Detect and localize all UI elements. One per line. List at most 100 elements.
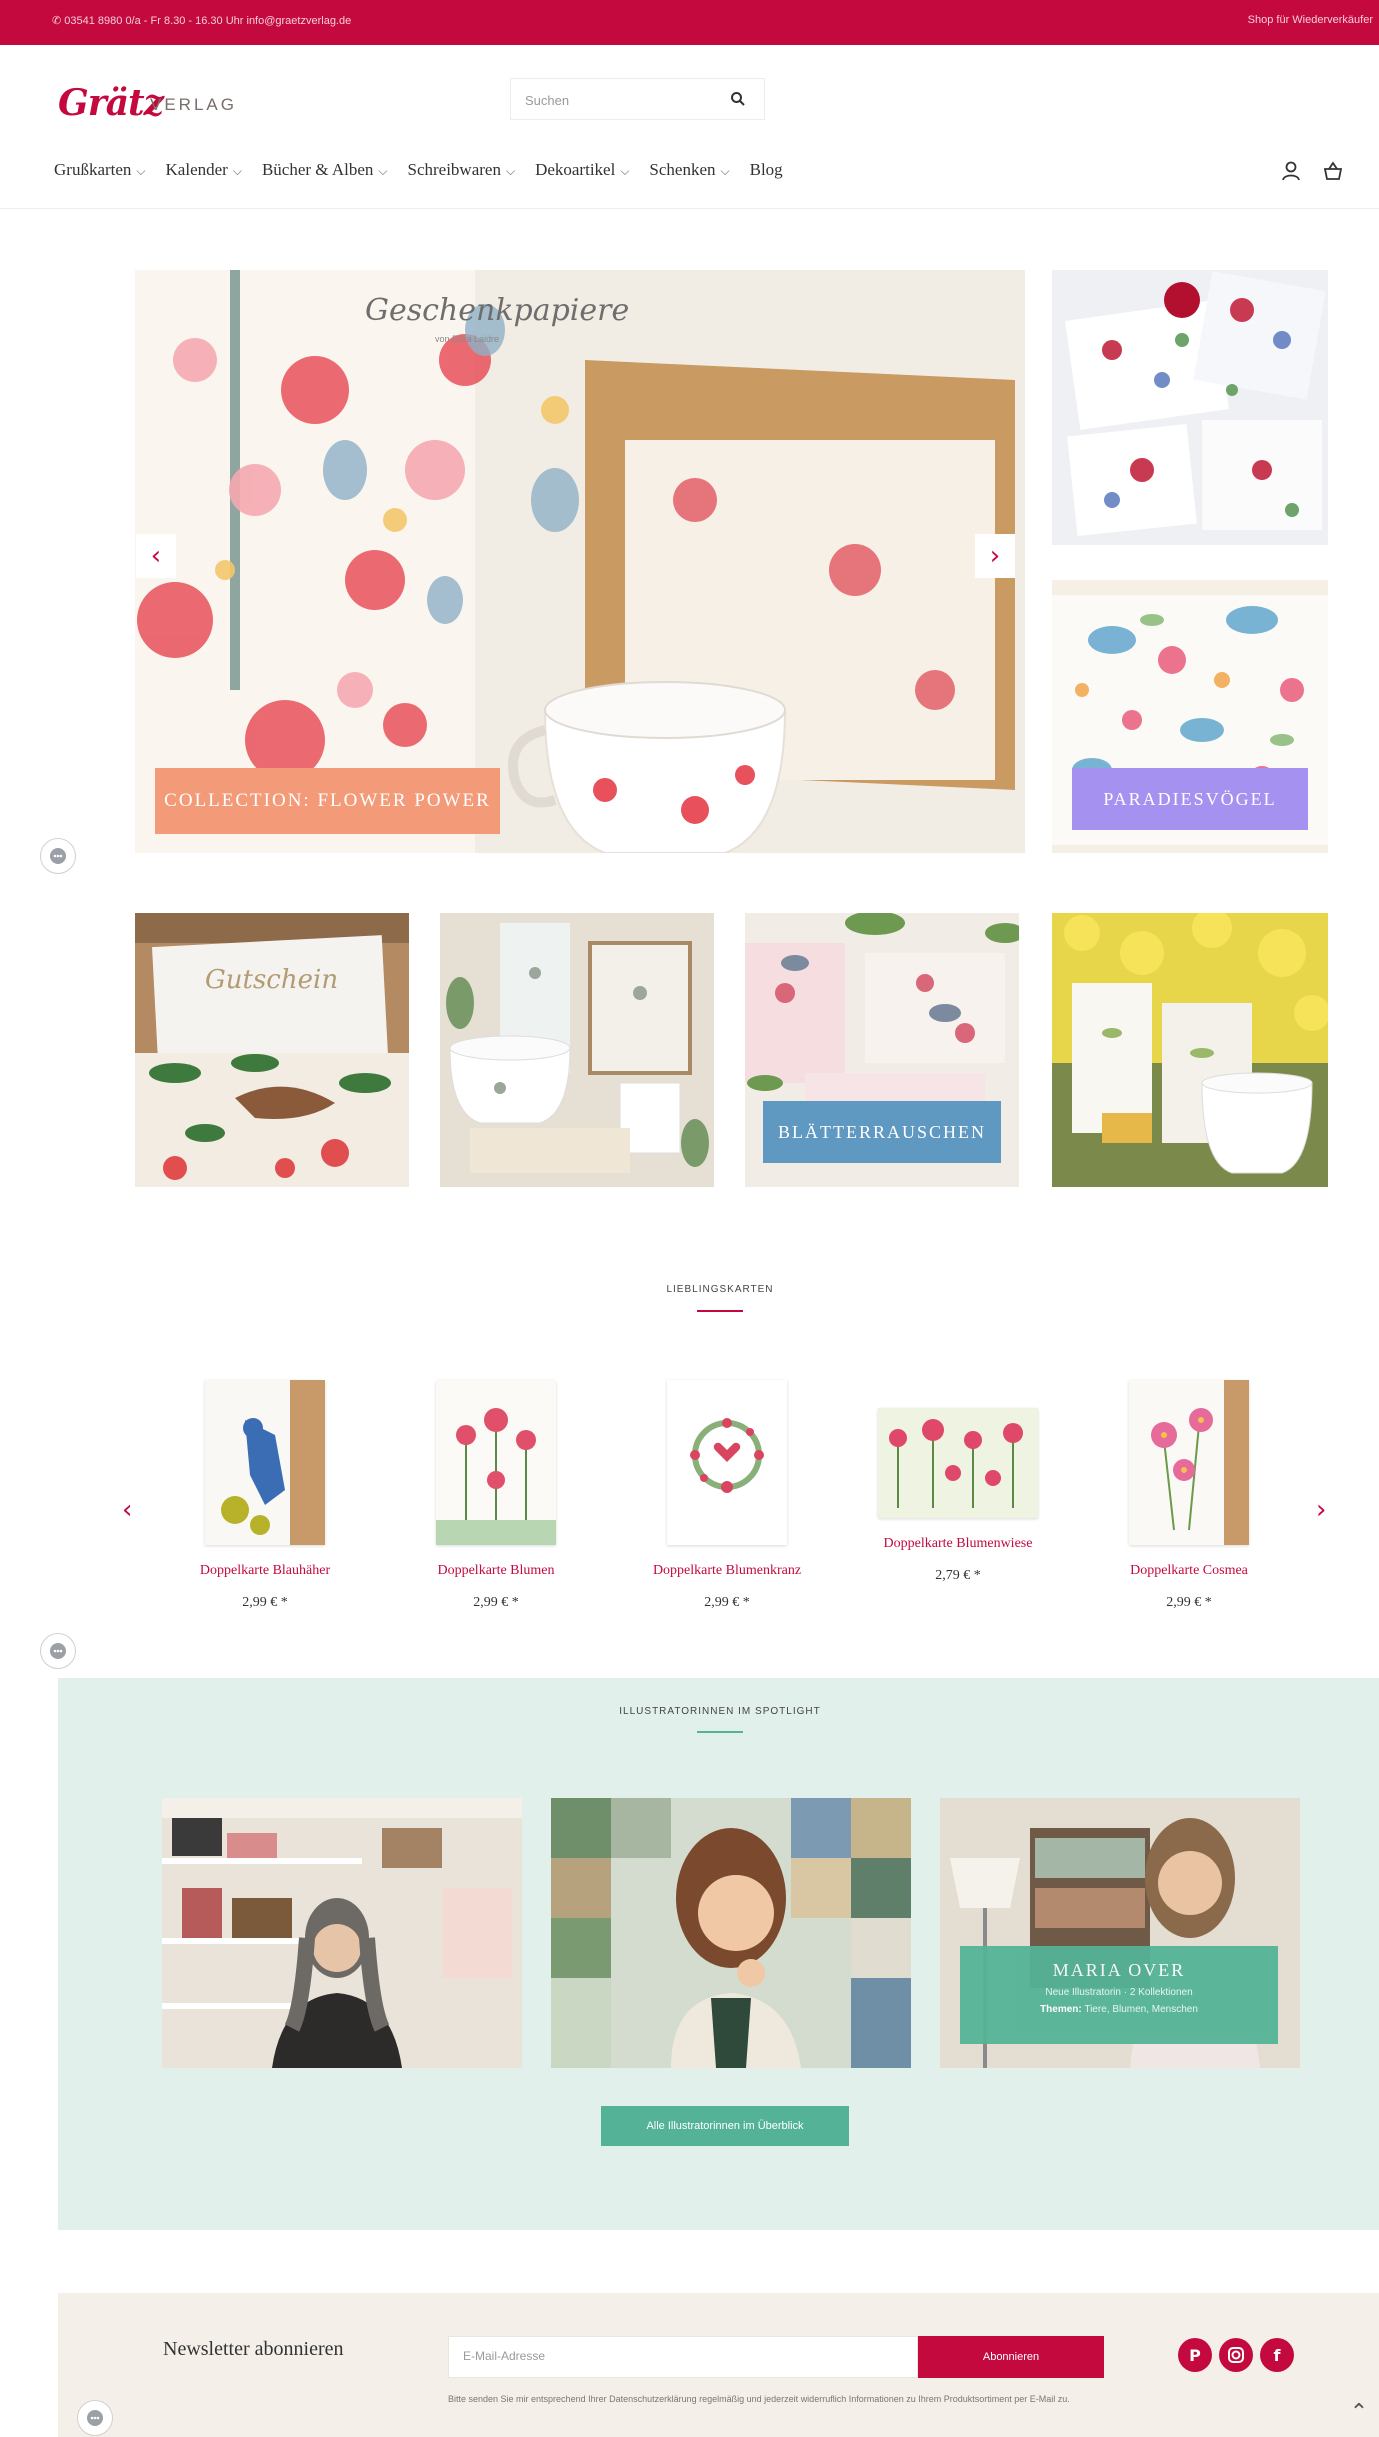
facebook-icon[interactable]: f xyxy=(1260,2338,1294,2372)
product-card[interactable]: Doppelkarte Blauhäher 2,99 € * xyxy=(165,1380,365,1611)
featured-illustrator-name: MARIA OVER xyxy=(1052,1960,1186,1980)
contact-info[interactable]: ✆ 03541 8980 0/a - Fr 8.30 - 16.30 Uhr i… xyxy=(52,14,351,27)
hero-collection-label[interactable]: COLLECTION: FLOWER POWER xyxy=(155,768,500,834)
product-image[interactable] xyxy=(1129,1380,1249,1545)
nav-item-grusskarten[interactable]: Grußkarten ⌵ xyxy=(54,160,146,190)
hero-prev-button[interactable]: ‹ xyxy=(136,534,176,578)
chevron-left-icon: ‹ xyxy=(150,541,162,571)
logo-suffix: VERLAG xyxy=(150,95,237,114)
chevron-down-icon: ⌵ xyxy=(505,164,516,178)
product-image[interactable] xyxy=(667,1380,787,1545)
chevron-down-icon: ⌵ xyxy=(620,164,630,178)
account-icon[interactable] xyxy=(1280,160,1302,182)
illustrator-card[interactable] xyxy=(551,1798,911,2068)
logo[interactable]: Grätz VERLAG xyxy=(58,82,258,124)
pinterest-icon[interactable]: P xyxy=(1178,2338,1212,2372)
product-price: 2,99 € * xyxy=(704,1595,750,1610)
hero-image: Geschenkpapiere von Eliza Laidre xyxy=(135,270,1025,853)
nav-item-blog[interactable]: Blog xyxy=(750,160,783,190)
favorites-title: LIEBLINGSKARTEN xyxy=(666,1284,774,1295)
product-card[interactable]: Doppelkarte Blumen 2,99 € * xyxy=(396,1380,596,1611)
favorites-underline xyxy=(697,1310,743,1312)
chevron-down-icon: ⌵ xyxy=(720,164,730,178)
slide-subtitle: von Eliza Laidre xyxy=(435,334,499,344)
tile-dekoration[interactable] xyxy=(440,913,714,1187)
search-input[interactable] xyxy=(525,90,715,110)
newsletter-email-field xyxy=(448,2336,918,2378)
favorites-next-button[interactable]: › xyxy=(1316,1495,1326,1525)
chevron-left-icon: ‹ xyxy=(122,1495,133,1525)
nav-item-schreibwaren[interactable]: Schreibwaren ⌵ xyxy=(407,160,515,190)
main-navigation: Grußkarten ⌵ Kalender ⌵ Bücher & Alben ⌵ Sc… xyxy=(54,160,803,190)
chevron-down-icon: ⌵ xyxy=(378,164,388,178)
illustrator-photo xyxy=(162,1798,522,2068)
tile-gutschein[interactable]: Gutschein xyxy=(135,913,409,1187)
newsletter-title: Newsletter abonnieren xyxy=(163,2338,344,2360)
chat-button[interactable] xyxy=(40,1633,76,1669)
chat-button[interactable] xyxy=(40,838,76,874)
chevron-down-icon: ⌵ xyxy=(136,164,146,178)
product-name[interactable]: Doppelkarte Cosmea xyxy=(1089,1563,1289,1579)
scroll-to-top-button[interactable]: ⌃ xyxy=(1345,2398,1373,2426)
chevron-right-icon: › xyxy=(1316,1495,1327,1525)
product-name[interactable]: Doppelkarte Blauhäher xyxy=(165,1563,365,1579)
product-name[interactable]: Doppelkarte Blumen xyxy=(396,1563,596,1579)
product-image[interactable] xyxy=(205,1380,325,1545)
illustrator-card[interactable] xyxy=(162,1798,522,2068)
tile-sommer[interactable] xyxy=(1052,913,1328,1187)
nav-item-dekoartikel[interactable]: Dekoartikel ⌵ xyxy=(535,160,629,190)
header-icons xyxy=(1280,160,1344,186)
favorites-prev-button[interactable]: ‹ xyxy=(122,1495,132,1525)
calendars-image xyxy=(1052,270,1328,545)
subscribe-button[interactable]: Abonnieren xyxy=(918,2336,1104,2378)
product-price: 2,99 € * xyxy=(473,1595,519,1610)
product-price: 2,99 € * xyxy=(242,1595,288,1610)
all-illustrators-button[interactable]: Alle Illustratorinnen im Überblick xyxy=(601,2106,849,2146)
chevron-right-icon: › xyxy=(989,541,1001,571)
featured-illustrator-themes: Themen: Tiere, Blumen, Menschen xyxy=(1040,2004,1198,2015)
chat-button[interactable] xyxy=(77,2400,113,2436)
product-card[interactable]: Doppelkarte Blumenkranz 2,99 € * xyxy=(627,1380,827,1611)
chevron-down-icon: ⌵ xyxy=(232,164,242,178)
featured-illustrator-box[interactable]: MARIA OVER Neue Illustratorin · 2 Kollek… xyxy=(960,1946,1278,2044)
side-tile-calendars[interactable] xyxy=(1052,270,1328,545)
hero-next-button[interactable]: › xyxy=(975,534,1015,578)
reseller-shop-link[interactable]: Shop für Wiederverkäufer xyxy=(1248,14,1373,26)
product-name[interactable]: Doppelkarte Blumenkranz xyxy=(627,1563,827,1579)
dekoration-image xyxy=(440,913,714,1187)
chevron-up-icon: ⌃ xyxy=(1349,2399,1369,2425)
product-name[interactable]: Doppelkarte Blumenwiese xyxy=(858,1536,1058,1552)
chat-icon xyxy=(50,1643,66,1659)
featured-illustrator-info: Neue Illustratorin · 2 Kollektionen xyxy=(1045,1987,1193,1998)
product-price: 2,99 € * xyxy=(1166,1595,1212,1610)
illustrator-photo xyxy=(551,1798,911,2068)
search-icon[interactable] xyxy=(730,91,746,107)
paradiesvoegel-label[interactable]: PARADIESVÖGEL xyxy=(1072,768,1308,830)
gutschein-image: Gutschein xyxy=(135,913,409,1187)
top-bar: ✆ 03541 8980 0/a - Fr 8.30 - 16.30 Uhr i… xyxy=(0,0,1379,45)
basket-icon[interactable] xyxy=(1322,160,1344,182)
instagram-icon[interactable] xyxy=(1219,2338,1253,2372)
spotlight-underline xyxy=(697,1731,743,1733)
sommer-image xyxy=(1052,913,1328,1187)
chat-icon xyxy=(87,2410,103,2426)
product-price: 2,79 € * xyxy=(935,1568,981,1583)
product-card[interactable]: Doppelkarte Cosmea 2,99 € * xyxy=(1089,1380,1289,1611)
chat-icon xyxy=(50,848,66,864)
spotlight-title: ILLUSTRATORINNEN IM SPOTLIGHT xyxy=(619,1706,821,1717)
search-box xyxy=(510,78,765,120)
newsletter-privacy-note: Bitte senden Sie mir entsprechend Ihrer … xyxy=(448,2394,1070,2404)
hero-slide[interactable]: Geschenkpapiere von Eliza Laidre xyxy=(135,270,1025,853)
product-image[interactable] xyxy=(436,1380,556,1545)
gutschein-text: Gutschein xyxy=(205,965,338,995)
product-image[interactable] xyxy=(878,1408,1038,1518)
nav-item-kalender[interactable]: Kalender ⌵ xyxy=(166,160,242,190)
nav-item-buecher[interactable]: Bücher & Alben ⌵ xyxy=(262,160,388,190)
blaetterrauschen-label[interactable]: BLÄTTERRAUSCHEN xyxy=(763,1101,1001,1163)
newsletter-email-input[interactable] xyxy=(463,2349,883,2363)
logo-word: Grätz xyxy=(58,82,164,124)
product-card[interactable]: Doppelkarte Blumenwiese 2,79 € * xyxy=(858,1380,1058,1584)
nav-item-schenken[interactable]: Schenken ⌵ xyxy=(649,160,729,190)
header-divider xyxy=(0,208,1379,209)
slide-title: Geschenkpapiere xyxy=(365,293,629,328)
